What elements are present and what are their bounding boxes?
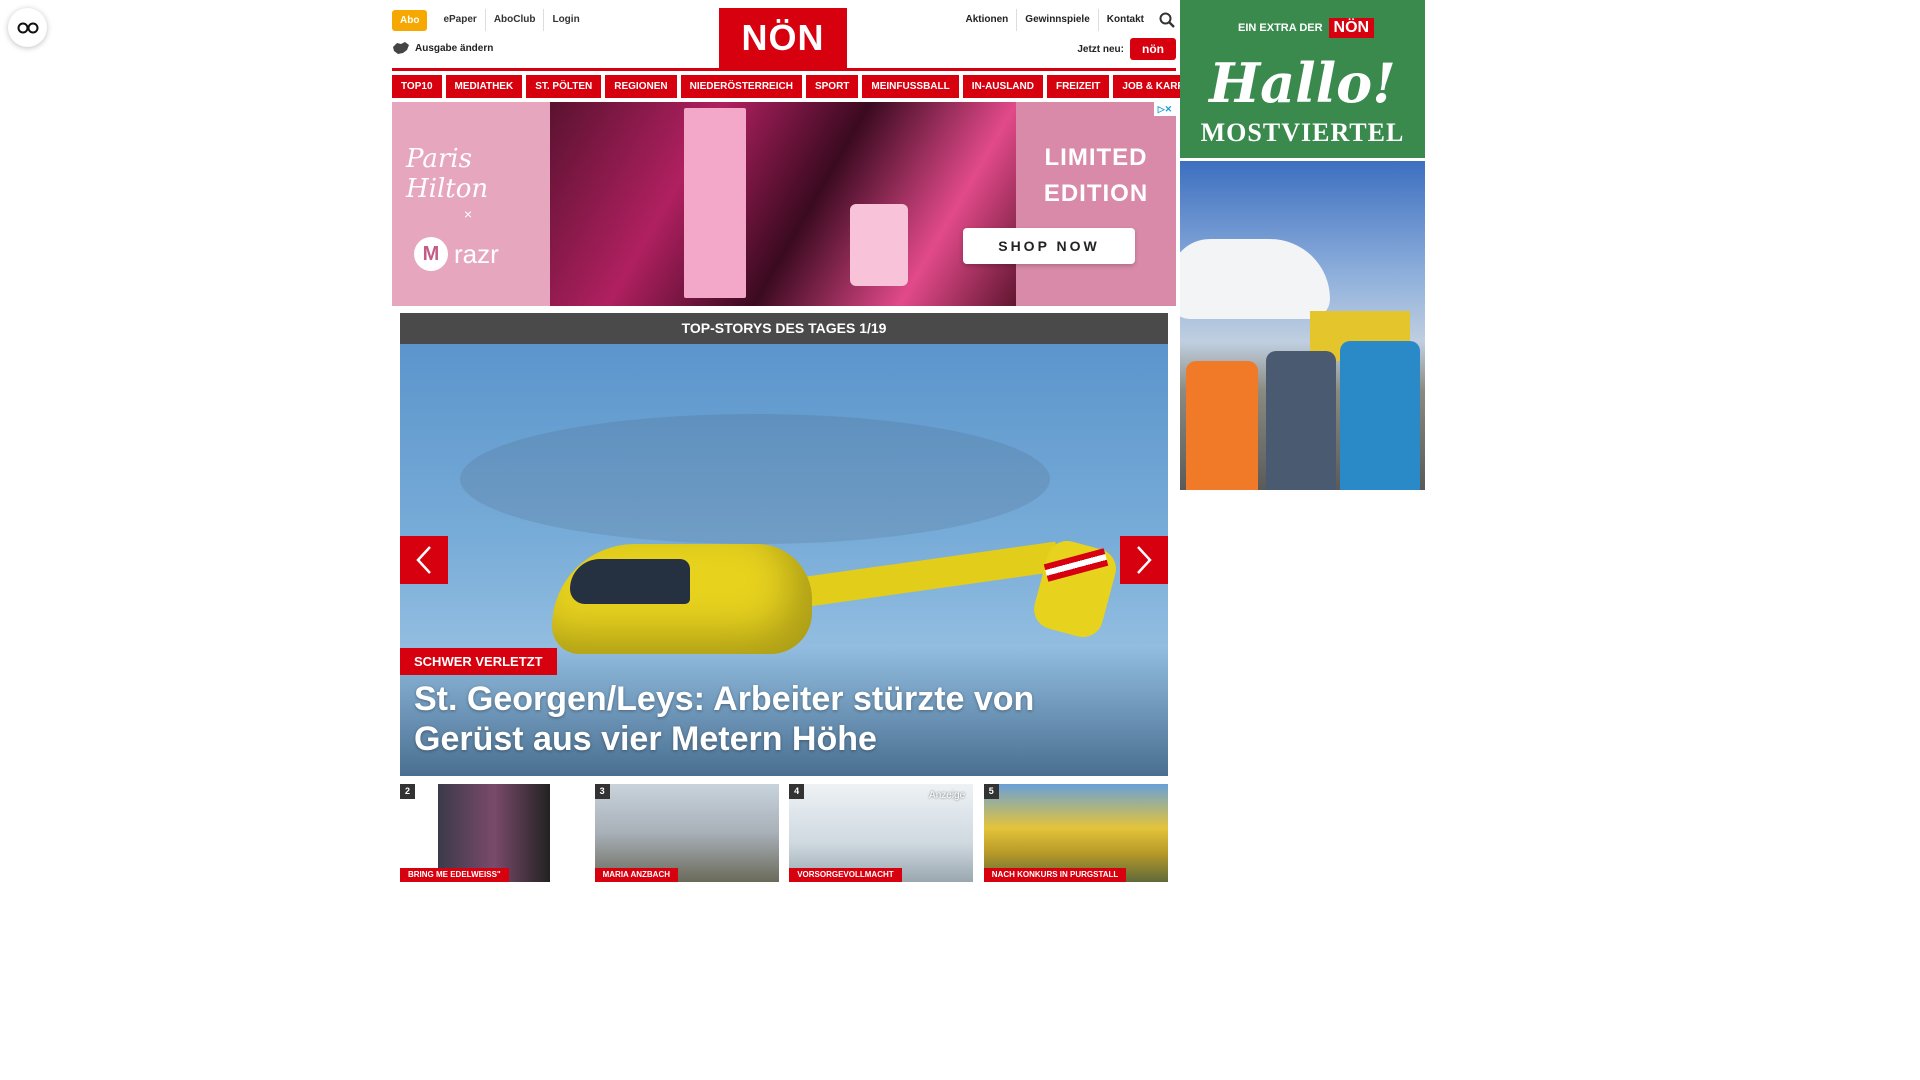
carousel-header: TOP-STORYS DES TAGES 1/19 (400, 313, 1168, 344)
glasses-icon (17, 22, 38, 33)
banner-ad[interactable]: Paris Hilton × M razr LIMITED EDITION SH… (392, 102, 1176, 306)
carousel-prev-button[interactable] (400, 536, 448, 584)
main-nav: TOP10 MEDIATHEK ST. PÖLTEN REGIONEN NIED… (392, 75, 1217, 98)
thumbnail-number: 5 (983, 784, 999, 799)
razr-logo: M razr (414, 237, 499, 271)
carousel-thumbnails: 2 BRING ME EDELWEISS" 3 MARIA ANZBACH 4 … (400, 784, 1168, 882)
nav-top10[interactable]: TOP10 (392, 75, 442, 98)
thumbnail-story[interactable]: 3 MARIA ANZBACH (594, 784, 779, 882)
ad-limited-edition: LIMITED EDITION (1016, 140, 1176, 212)
aktionen-link[interactable]: Aktionen (958, 9, 1017, 31)
ad-product-phone (850, 204, 908, 286)
hero-headline[interactable]: St. Georgen/Leys: Arbeiter stürzte von G… (414, 679, 1138, 759)
top-links: Abo ePaper AboClub Login (392, 9, 588, 31)
ad-limited-line1: LIMITED (1044, 144, 1148, 171)
map-region-icon (393, 42, 409, 54)
thumbnail-number: 2 (400, 784, 415, 799)
adchoices-icon[interactable]: ▷✕ (1154, 102, 1176, 116)
hallo-title: Hallo! (1209, 51, 1396, 115)
thumbnail-caption: VORSORGEVOLLMACHT (789, 868, 902, 882)
jetzt-neu: Jetzt neu: nön (1077, 38, 1176, 60)
nav-sport[interactable]: SPORT (805, 75, 859, 98)
kontakt-link[interactable]: Kontakt (1097, 9, 1152, 31)
noen-logo[interactable]: NÖN (719, 8, 847, 68)
login-link[interactable]: Login (543, 9, 587, 31)
abo-button[interactable]: Abo (392, 9, 428, 31)
right-links: Aktionen Gewinnspiele Kontakt (958, 9, 1176, 31)
nav-st-poelten[interactable]: ST. PÖLTEN (526, 75, 602, 98)
razr-label: razr (454, 238, 499, 269)
nav-meinfussball[interactable]: MEINFUSSBALL (862, 75, 959, 98)
thumbnail-number: 4 (789, 784, 805, 799)
nav-in-ausland[interactable]: IN-AUSLAND (962, 75, 1043, 98)
chevron-left-icon (416, 546, 431, 574)
gewinnspiele-link[interactable]: Gewinnspiele (1016, 9, 1097, 31)
nav-freizeit[interactable]: FREIZEIT (1046, 75, 1110, 98)
nav-mediathek[interactable]: MEDIATHEK (445, 75, 523, 98)
anzeige-label: Anzeige (929, 790, 966, 801)
ad-cross: × (464, 206, 473, 222)
extra-label: EIN EXTRA DER (1238, 22, 1323, 34)
extra-noen-logo: NÖN (1328, 18, 1375, 38)
helicopter-window (570, 559, 690, 604)
thumbnail-number: 3 (594, 784, 610, 799)
hero-kicker[interactable]: SCHWER VERLETZT (400, 648, 557, 675)
ad-brand-panel: Paris Hilton × M razr (392, 102, 550, 306)
ad-product-box (684, 108, 746, 298)
thumbnail-caption: MARIA ANZBACH (594, 868, 678, 882)
shop-now-button[interactable]: SHOP NOW (963, 228, 1135, 264)
hero-image[interactable]: SCHWER VERLETZT St. Georgen/Leys: Arbeit… (400, 344, 1168, 776)
ausgabe-aendern-link[interactable]: Ausgabe ändern (392, 41, 493, 55)
suitcase-shape (1266, 351, 1336, 490)
reader-mode-button[interactable] (8, 8, 47, 47)
kleine-noen-badge[interactable]: nön (1130, 38, 1176, 60)
carousel-next-button[interactable] (1120, 536, 1168, 584)
main-column: Abo ePaper AboClub Login Ausgabe ändern … (392, 0, 1217, 306)
chevron-right-icon (1137, 546, 1152, 574)
sidebar-ad[interactable]: EIN EXTRA DER NÖN Hallo! MOSTVIERTEL (1180, 0, 1425, 490)
extra-der-noen: EIN EXTRA DER NÖN (1238, 18, 1375, 38)
header: Abo ePaper AboClub Login Ausgabe ändern … (392, 0, 1176, 71)
ad-copy-panel: LIMITED EDITION (1016, 102, 1176, 306)
airplane-shape (1180, 239, 1330, 319)
top-stories-carousel: TOP-STORYS DES TAGES 1/19 SCHWER VERLETZ… (400, 313, 1168, 776)
hallo-mostviertel-ad[interactable]: EIN EXTRA DER NÖN Hallo! MOSTVIERTEL (1180, 0, 1425, 158)
ad-product-photo (550, 102, 1016, 306)
helicopter-tail (787, 541, 1060, 609)
nav-niederoesterreich[interactable]: NIEDERÖSTERREICH (680, 75, 802, 98)
ausgabe-label: Ausgabe ändern (415, 42, 494, 54)
motorola-icon: M (414, 237, 448, 271)
thumbnail-caption: BRING ME EDELWEISS" (400, 868, 509, 882)
suitcase-shape (1340, 341, 1420, 490)
jetzt-neu-label: Jetzt neu: (1077, 43, 1124, 55)
thumbnail-story[interactable]: 4 Anzeige VORSORGEVOLLMACHT (789, 784, 974, 882)
thumbnail-story[interactable]: 2 BRING ME EDELWEISS" (400, 784, 584, 882)
ad-limited-line2: EDITION (1043, 180, 1149, 207)
aboclub-link[interactable]: AboClub (484, 9, 544, 31)
suitcase-shape (1186, 361, 1258, 490)
airport-ad-image[interactable] (1180, 161, 1425, 490)
epaper-link[interactable]: ePaper (435, 9, 484, 31)
thumbnail-caption: NACH KONKURS IN PURGSTALL (983, 868, 1127, 882)
paris-hilton-logo: Paris Hilton (406, 144, 489, 204)
nav-regionen[interactable]: REGIONEN (605, 75, 677, 98)
mostviertel-title: MOSTVIERTEL (1200, 118, 1405, 147)
search-icon[interactable] (1158, 11, 1176, 29)
thumbnail-story[interactable]: 5 NACH KONKURS IN PURGSTALL (983, 784, 1168, 882)
helicopter-rotor (460, 414, 1050, 544)
